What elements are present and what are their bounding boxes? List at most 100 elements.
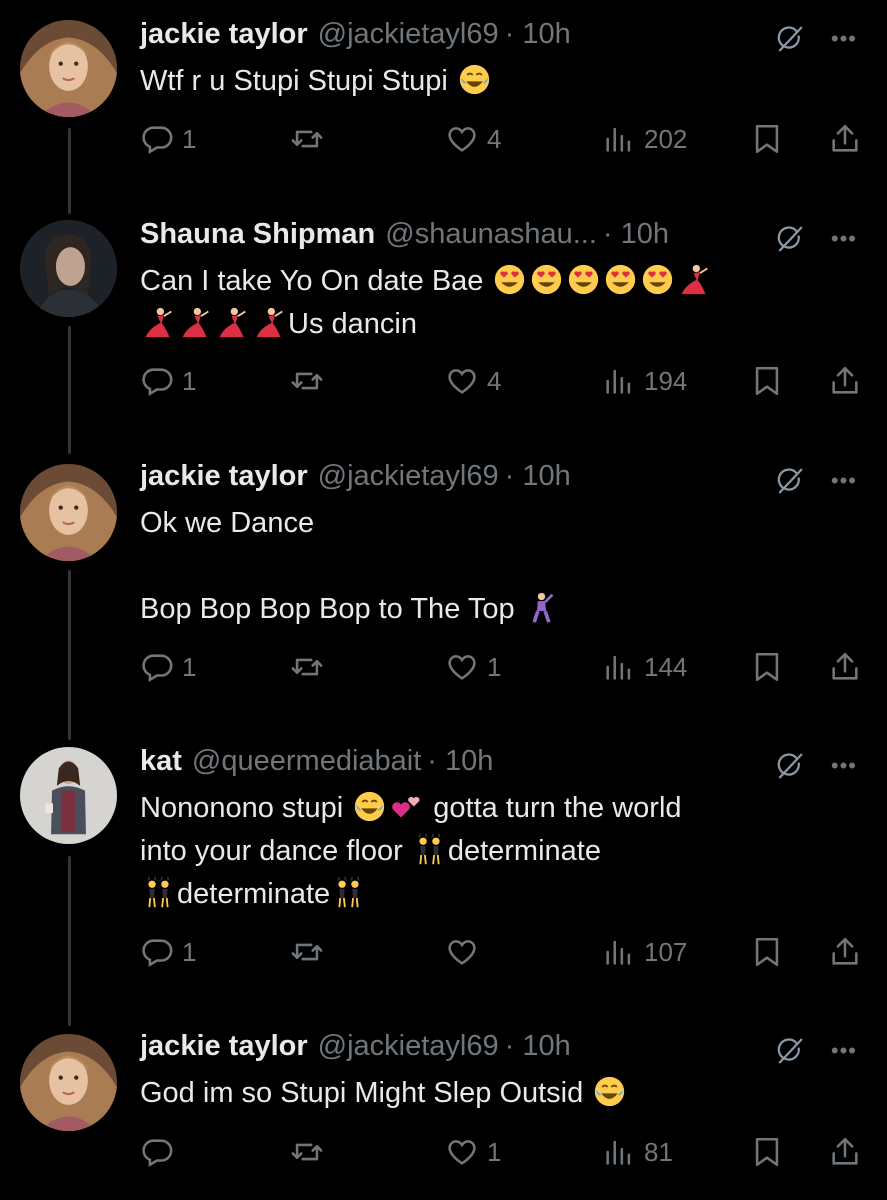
- like-button[interactable]: 4: [445, 364, 501, 398]
- like-count: 1: [487, 1136, 502, 1167]
- author-name[interactable]: jackie taylor: [140, 1030, 308, 1063]
- author-handle[interactable]: @jackietayl69: [318, 460, 499, 493]
- tweet-text: Can I take Yo On date Bae Us dancin: [140, 260, 857, 346]
- grok-icon[interactable]: [775, 224, 805, 254]
- author-handle[interactable]: @jackietayl69: [318, 1030, 499, 1063]
- reply-button[interactable]: 1: [140, 364, 196, 398]
- repost-button[interactable]: [290, 935, 332, 969]
- header-icons: •••: [775, 24, 857, 54]
- more-icon[interactable]: •••: [831, 228, 857, 250]
- reply-button[interactable]: [140, 1135, 182, 1169]
- avatar[interactable]: [20, 747, 117, 844]
- dancer-emoji: [179, 306, 212, 339]
- bookmark-icon: [750, 364, 784, 398]
- avatar[interactable]: [20, 1034, 117, 1131]
- more-icon[interactable]: •••: [831, 28, 857, 50]
- views-icon: [602, 935, 636, 969]
- thread-line: [68, 570, 71, 740]
- views-icon: [602, 364, 636, 398]
- like-button[interactable]: 1: [445, 650, 501, 684]
- views-button[interactable]: 194: [602, 364, 687, 398]
- share-icon: [828, 935, 862, 969]
- repost-button[interactable]: [290, 650, 332, 684]
- reply-button[interactable]: 1: [140, 935, 196, 969]
- reply-icon: [140, 650, 174, 684]
- tweet-line: determinate: [140, 873, 857, 916]
- bookmark-button[interactable]: [750, 1135, 784, 1169]
- laughing-tears-emoji: [593, 1075, 626, 1108]
- action-bar: 1 81: [140, 1135, 865, 1175]
- tweet-text: Nononono stupi gotta turn the world into …: [140, 787, 857, 916]
- author-handle[interactable]: @shaunashau...: [385, 218, 597, 251]
- bookmark-button[interactable]: [750, 935, 784, 969]
- repost-button[interactable]: [290, 1135, 332, 1169]
- like-button[interactable]: [445, 935, 487, 969]
- tweet-line: Nononono stupi gotta turn the world: [140, 790, 682, 824]
- grok-icon[interactable]: [775, 466, 805, 496]
- more-icon[interactable]: •••: [831, 755, 857, 777]
- action-bar: 1 107: [140, 935, 865, 975]
- repost-button[interactable]: [290, 122, 332, 156]
- timestamp[interactable]: · 10h: [505, 460, 571, 493]
- share-button[interactable]: [828, 364, 862, 398]
- tweet-text: Wtf r u Stupi Stupi Stupi: [140, 60, 857, 103]
- share-button[interactable]: [828, 650, 862, 684]
- views-button[interactable]: 107: [602, 935, 687, 969]
- author-name[interactable]: kat: [140, 745, 182, 778]
- author-name[interactable]: jackie taylor: [140, 18, 308, 51]
- like-count: 1: [487, 651, 502, 682]
- header-icons: •••: [775, 1036, 857, 1066]
- like-button[interactable]: 4: [445, 122, 501, 156]
- bunny-dancers-emoji: [142, 876, 175, 909]
- reply-count: 1: [182, 365, 197, 396]
- heart-eyes-emoji: [493, 263, 526, 296]
- heart-eyes-emoji: [641, 263, 674, 296]
- author-handle[interactable]: @jackietayl69: [318, 18, 499, 51]
- thread-line: [68, 128, 71, 214]
- like-count: 4: [487, 365, 502, 396]
- more-icon[interactable]: •••: [831, 470, 857, 492]
- reply-button[interactable]: 1: [140, 122, 196, 156]
- timestamp[interactable]: · 10h: [505, 18, 571, 51]
- views-count: 107: [644, 936, 688, 967]
- author-handle[interactable]: @queermediabait: [192, 745, 421, 778]
- bookmark-button[interactable]: [750, 650, 784, 684]
- timestamp[interactable]: · 10h: [603, 218, 669, 251]
- bookmark-button[interactable]: [750, 122, 784, 156]
- tweet-header: kat @queermediabait · 10h •••: [140, 745, 857, 783]
- author-name[interactable]: Shauna Shipman: [140, 218, 375, 251]
- views-count: 144: [644, 651, 688, 682]
- views-button[interactable]: 202: [602, 122, 687, 156]
- share-icon: [828, 1135, 862, 1169]
- more-icon[interactable]: •••: [831, 1040, 857, 1062]
- grok-icon[interactable]: [775, 24, 805, 54]
- timestamp[interactable]: · 10h: [427, 745, 493, 778]
- avatar[interactable]: [20, 464, 117, 561]
- header-icons: •••: [775, 466, 857, 496]
- grok-icon[interactable]: [775, 1036, 805, 1066]
- share-button[interactable]: [828, 935, 862, 969]
- like-button[interactable]: 1: [445, 1135, 501, 1169]
- bookmark-icon: [750, 650, 784, 684]
- views-button[interactable]: 81: [602, 1135, 673, 1169]
- heart-eyes-emoji: [604, 263, 637, 296]
- action-bar: 1 1 144: [140, 650, 865, 690]
- grok-icon[interactable]: [775, 751, 805, 781]
- avatar[interactable]: [20, 220, 117, 317]
- share-button[interactable]: [828, 1135, 862, 1169]
- avatar[interactable]: [20, 20, 117, 117]
- share-icon: [828, 122, 862, 156]
- bookmark-icon: [750, 935, 784, 969]
- repost-icon: [290, 122, 324, 156]
- bookmark-button[interactable]: [750, 364, 784, 398]
- tweet-header: jackie taylor @jackietayl69 · 10h •••: [140, 18, 857, 56]
- views-button[interactable]: 144: [602, 650, 687, 684]
- repost-button[interactable]: [290, 364, 332, 398]
- views-icon: [602, 122, 636, 156]
- share-icon: [828, 650, 862, 684]
- two-hearts-emoji: [390, 790, 423, 823]
- share-button[interactable]: [828, 122, 862, 156]
- timestamp[interactable]: · 10h: [505, 1030, 571, 1063]
- author-name[interactable]: jackie taylor: [140, 460, 308, 493]
- reply-button[interactable]: 1: [140, 650, 196, 684]
